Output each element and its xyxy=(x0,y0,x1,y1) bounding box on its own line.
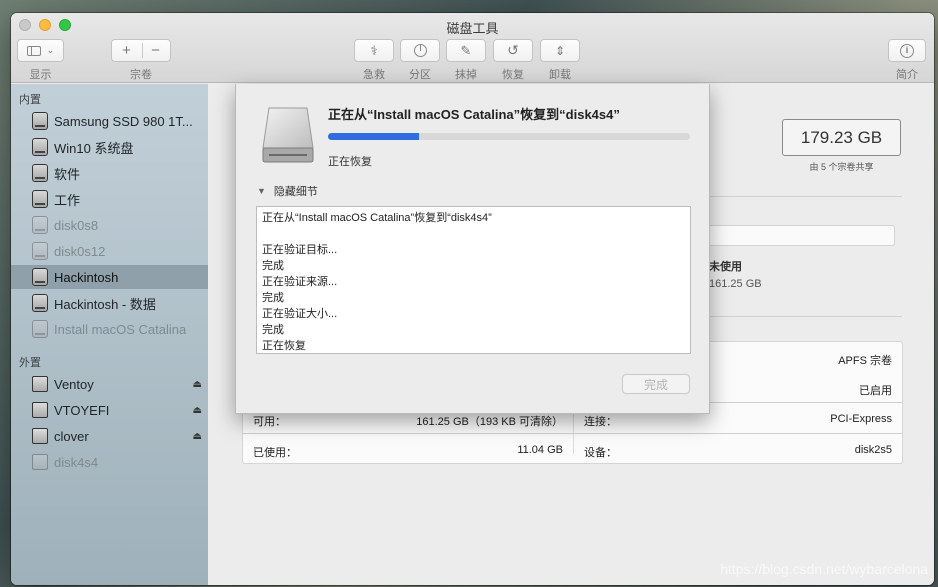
drive-icon xyxy=(32,268,48,286)
external-drive-icon xyxy=(32,402,48,418)
sidebar-item[interactable]: disk0s12 xyxy=(11,239,208,263)
sidebar-item-selected[interactable]: Hackintosh xyxy=(11,265,208,289)
partition-button[interactable] xyxy=(400,39,440,62)
add-volume-button[interactable]: + xyxy=(112,42,141,59)
drive-icon xyxy=(32,112,48,130)
view-button[interactable]: ⌄ xyxy=(17,39,64,62)
drive-icon xyxy=(32,320,48,338)
sidebar-item[interactable]: Ventoy ⏏ xyxy=(11,372,208,396)
internal-header: 内置 xyxy=(19,94,41,106)
restore-button[interactable]: ↺ xyxy=(493,39,533,62)
segment-divider xyxy=(142,43,143,58)
sidebar-icon xyxy=(26,45,41,56)
progress-fill xyxy=(328,133,419,140)
unmount-label: 卸载 xyxy=(549,69,571,81)
connection-label: 连接： xyxy=(584,416,617,428)
sidebar-item[interactable]: 工作 xyxy=(11,187,208,211)
done-button[interactable]: 完成 xyxy=(622,374,690,394)
view-label: 显示 xyxy=(29,69,52,81)
available-value: 161.25 GB（193 KB 可清除） xyxy=(416,416,563,428)
drive-icon xyxy=(32,164,48,182)
free-heading: 未使用 xyxy=(709,261,742,273)
unmount-button[interactable]: ⇕ xyxy=(540,39,580,62)
volume-segment: + − xyxy=(111,39,171,62)
first-aid-button[interactable]: ⚕ xyxy=(354,39,394,62)
sidebar-item[interactable]: 软件 xyxy=(11,161,208,185)
external-drive-icon xyxy=(32,428,48,444)
external-header: 外置 xyxy=(19,357,41,369)
used-value: 11.04 GB xyxy=(517,444,563,456)
drive-icon xyxy=(32,190,48,208)
chevron-down-icon: ⌄ xyxy=(46,45,55,55)
progress-bar xyxy=(328,133,690,140)
eject-icon[interactable]: ⏏ xyxy=(193,431,202,442)
usage-bar xyxy=(689,225,895,246)
free-value: 161.25 GB xyxy=(709,278,762,290)
sidebar-item[interactable]: Win10 系统盘 xyxy=(11,135,208,159)
sidebar-item[interactable]: Samsung SSD 980 1T... xyxy=(11,109,208,133)
toolbar: 磁盘工具 ⌄ 显示 + − 宗卷 ⚕ 急救 分区 ✎ 抹掉 ↺ 恢复 ⇕ 卸载 … xyxy=(11,13,934,83)
type-value: APFS 宗卷 xyxy=(838,355,892,367)
external-drive-icon xyxy=(32,454,48,470)
sidebar-item[interactable]: Install macOS Catalina xyxy=(11,317,208,341)
remove-volume-button[interactable]: − xyxy=(141,42,170,59)
hard-drive-icon xyxy=(262,107,314,163)
window-title: 磁盘工具 xyxy=(446,21,499,36)
connection-value: PCI-Express xyxy=(830,413,892,425)
status-text: 正在恢复 xyxy=(328,156,372,168)
disclosure-triangle-icon: ▼ xyxy=(257,186,266,196)
sidebar-item[interactable]: Hackintosh - 数据 xyxy=(11,291,208,315)
info-icon: i xyxy=(900,43,914,58)
sidebar: 内置 Samsung SSD 980 1T... Win10 系统盘 软件 工作… xyxy=(11,84,208,585)
divider xyxy=(243,433,902,434)
sidebar-item[interactable]: VTOYEFI ⏏ xyxy=(11,398,208,422)
pie-icon xyxy=(413,44,427,57)
capacity-box: 179.23 GB xyxy=(782,119,901,156)
restore-sheet: 正在从“Install macOS Catalina”恢复到“disk4s4” … xyxy=(235,84,710,414)
drive-icon xyxy=(32,294,48,312)
watermark: https://blog.csdn.net/wybarcelona xyxy=(720,561,928,577)
available-label: 可用： xyxy=(253,416,286,428)
restore-label: 恢复 xyxy=(502,69,524,81)
device-label: 设备： xyxy=(584,447,617,459)
erase-button[interactable]: ✎ xyxy=(446,39,486,62)
sidebar-item[interactable]: disk0s8 xyxy=(11,213,208,237)
restore-icon: ↺ xyxy=(507,42,519,58)
volume-label: 宗卷 xyxy=(130,69,152,81)
drive-icon xyxy=(32,242,48,260)
info-button[interactable]: i xyxy=(888,39,926,62)
drive-icon xyxy=(32,216,48,234)
capacity-note: 由 5 个宗卷共享 xyxy=(809,162,874,172)
details-toggle[interactable]: ▼ 隐藏细节 xyxy=(257,183,318,199)
external-drive-icon xyxy=(32,376,48,392)
erase-icon: ✎ xyxy=(460,42,472,58)
owners-value: 已启用 xyxy=(859,385,892,397)
sheet-title: 正在从“Install macOS Catalina”恢复到“disk4s4” xyxy=(328,107,620,122)
details-toggle-label: 隐藏细节 xyxy=(273,186,318,198)
erase-label: 抹掉 xyxy=(455,69,477,81)
partition-label: 分区 xyxy=(409,69,431,81)
details-log[interactable]: 正在从“Install macOS Catalina”恢复到“disk4s4” … xyxy=(256,206,691,354)
sidebar-item[interactable]: disk4s4 xyxy=(11,450,208,474)
eject-icon[interactable]: ⏏ xyxy=(193,405,202,416)
unmount-icon: ⇕ xyxy=(554,43,566,58)
eject-icon[interactable]: ⏏ xyxy=(193,379,202,390)
used-label: 已使用： xyxy=(253,447,297,459)
drive-icon xyxy=(32,138,48,156)
stethoscope-icon: ⚕ xyxy=(370,42,378,58)
disk-utility-window: 磁盘工具 ⌄ 显示 + − 宗卷 ⚕ 急救 分区 ✎ 抹掉 ↺ 恢复 ⇕ 卸载 … xyxy=(11,13,934,585)
sidebar-item[interactable]: clover ⏏ xyxy=(11,424,208,448)
device-value: disk2s5 xyxy=(854,444,892,456)
first-aid-label: 急救 xyxy=(363,69,385,81)
info-label: 简介 xyxy=(896,69,918,81)
